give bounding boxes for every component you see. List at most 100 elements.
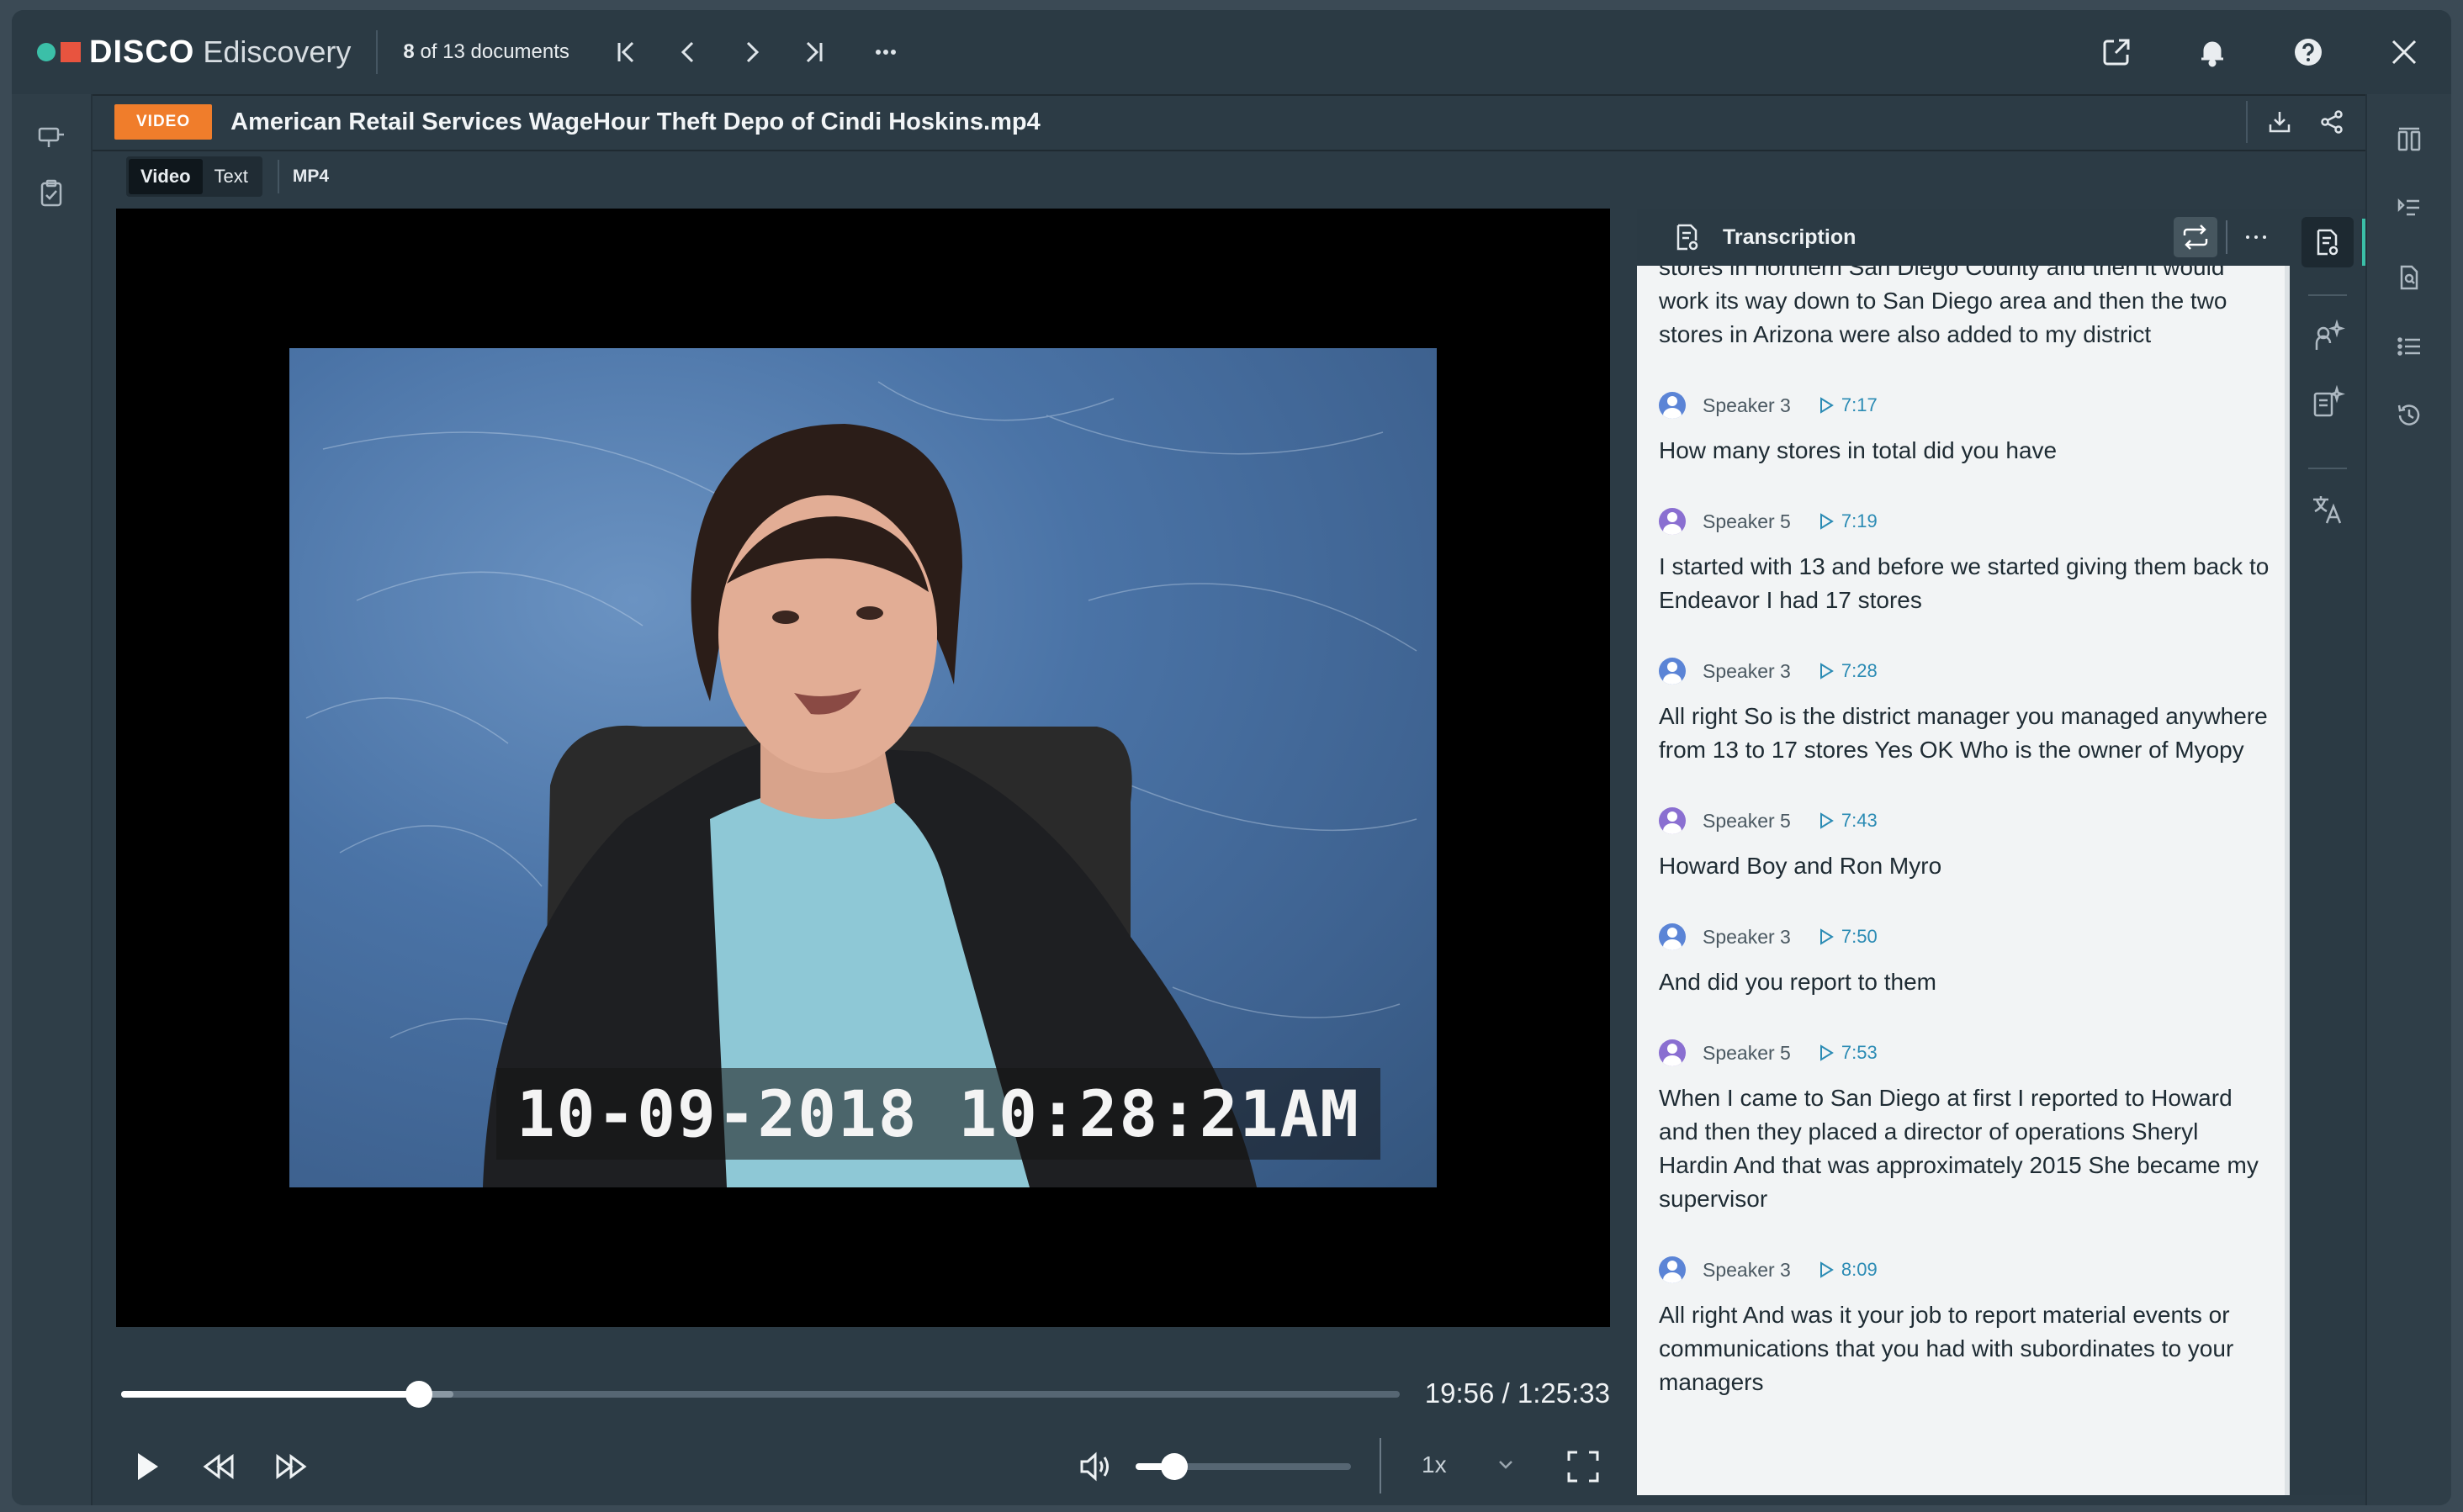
segment-timestamp-link[interactable]: 7:50 [1841, 926, 1878, 948]
play-segment-icon[interactable] [1818, 1261, 1835, 1279]
speaker-name[interactable]: Speaker 3 [1703, 926, 1791, 949]
speaker-name[interactable]: Speaker 5 [1703, 1042, 1791, 1065]
segment-timestamp-link[interactable]: 7:17 [1841, 394, 1878, 416]
first-document-button[interactable] [603, 29, 650, 76]
chevron-down-icon[interactable] [1496, 1456, 1516, 1473]
transcript-entry[interactable]: Speaker 5 7:43 Howard Boy and Ron Myro [1659, 804, 2273, 883]
panel-toggle-button[interactable] [34, 119, 68, 153]
video-player: 10-09-2018 10:28:21AM 19:56 / 1:25:33 1x [116, 209, 1610, 1495]
time-display: 19:56 / 1:25:33 [1424, 1377, 1610, 1409]
transcription-icon [1671, 220, 1704, 254]
transcript-entry[interactable]: Speaker 5 7:53 When I came to San Diego at… [1659, 1036, 2273, 1216]
speaker-name[interactable]: Speaker 3 [1703, 1259, 1791, 1282]
product-name: Ediscovery [203, 34, 352, 69]
transcript-entry[interactable]: Speaker 3 7:28 All right So is the distric… [1659, 654, 2273, 767]
divider [2308, 294, 2347, 296]
tab-text[interactable]: Text [203, 159, 260, 194]
left-rail [12, 94, 93, 1505]
transcript-lead-text: stores in northern San Diego County and … [1659, 266, 2227, 347]
transcription-tool-button[interactable] [2301, 217, 2354, 267]
view-toggle: Video Text [126, 156, 262, 197]
top-right-actions [2044, 10, 2451, 94]
speaker-name[interactable]: Speaker 5 [1703, 510, 1791, 533]
speaker-name[interactable]: Speaker 3 [1703, 660, 1791, 683]
volume-button[interactable] [1072, 1443, 1119, 1490]
columns-button[interactable] [2392, 123, 2426, 156]
playback-speed[interactable]: 1x [1422, 1451, 1447, 1478]
video-frame: 10-09-2018 10:28:21AM [289, 348, 1437, 1187]
play-segment-icon[interactable] [1818, 396, 1835, 415]
notifications-button[interactable] [2189, 29, 2236, 76]
view-tab-bar: Video Text MP4 [93, 151, 2365, 202]
summary-ai-button[interactable] [2310, 384, 2345, 420]
play-segment-icon[interactable] [1818, 812, 1835, 830]
play-segment-icon[interactable] [1818, 928, 1835, 946]
active-tool-indicator [2362, 219, 2365, 266]
history-icon [2397, 404, 2420, 426]
brand-name: DISCO [89, 34, 195, 70]
transcript-list[interactable]: stores in northern San Diego County and … [1637, 266, 2290, 1495]
transcription-more-button[interactable] [2243, 224, 2270, 257]
comments-icon [2397, 198, 2419, 216]
next-document-button[interactable] [728, 29, 775, 76]
disco-logo[interactable]: DISCO Ediscovery [37, 34, 351, 71]
speaker-avatar [1659, 1256, 1686, 1283]
divider [1380, 1438, 1381, 1493]
history-button[interactable] [2392, 399, 2426, 432]
transcript-entry[interactable]: Speaker 3 7:17 How many stores in total di… [1659, 389, 2273, 468]
last-document-button[interactable] [790, 29, 837, 76]
transcript-entry[interactable]: Speaker 5 7:19 I started with 13 and befor… [1659, 505, 2273, 617]
document-search-button[interactable] [2392, 261, 2426, 294]
tab-video[interactable]: Video [129, 159, 203, 194]
transcript-entry-meta: Speaker 3 7:28 [1659, 654, 2273, 688]
speaker-name[interactable]: Speaker 5 [1703, 810, 1791, 833]
last-page-icon [806, 41, 823, 63]
play-button[interactable] [123, 1443, 170, 1490]
open-external-button[interactable] [2093, 29, 2140, 76]
list-button[interactable] [2392, 330, 2426, 363]
transcript-text: All right So is the district manager you… [1659, 703, 2268, 763]
rewind-button[interactable] [195, 1443, 242, 1490]
segment-timestamp-link[interactable]: 7:43 [1841, 810, 1878, 832]
more-actions-button[interactable] [862, 29, 909, 76]
transcript-entry-meta: Speaker 3 7:50 [1659, 920, 2273, 954]
video-viewport[interactable]: 10-09-2018 10:28:21AM [116, 209, 1610, 1327]
play-icon [138, 1453, 158, 1480]
seek-progress [121, 1391, 420, 1398]
fast-forward-button[interactable] [267, 1443, 315, 1490]
summary-ai-icon [2313, 384, 2345, 417]
comments-button[interactable] [2392, 192, 2426, 225]
play-segment-icon[interactable] [1818, 512, 1835, 531]
download-icon [2269, 112, 2291, 133]
download-button[interactable] [2261, 103, 2298, 140]
speaker-name[interactable]: Speaker 3 [1703, 394, 1791, 417]
speaker-avatar [1659, 923, 1686, 950]
speaker-avatar [1659, 392, 1686, 419]
panel-toggle-icon [38, 127, 64, 147]
seek-bar[interactable]: 19:56 / 1:25:33 [116, 1369, 1610, 1419]
play-segment-icon[interactable] [1818, 1044, 1835, 1062]
transcript-entry[interactable]: Speaker 3 8:09 All right And was it your j… [1659, 1253, 2273, 1399]
seek-handle[interactable] [405, 1381, 433, 1408]
fullscreen-button[interactable] [1560, 1443, 1607, 1490]
share-button[interactable] [2313, 103, 2350, 140]
segment-timestamp-link[interactable]: 7:28 [1841, 660, 1878, 682]
translate-button[interactable] [2310, 493, 2345, 528]
volume-handle[interactable] [1161, 1453, 1189, 1480]
sync-scroll-button[interactable] [2174, 217, 2217, 257]
previous-document-button[interactable] [665, 29, 712, 76]
speaker-ai-button[interactable] [2310, 319, 2345, 355]
tasks-button[interactable] [34, 177, 68, 210]
more-icon [875, 50, 896, 55]
help-button[interactable] [2285, 29, 2332, 76]
deponent-silhouette [483, 424, 1257, 1187]
play-segment-icon[interactable] [1818, 662, 1835, 680]
transcript-entry-meta: Speaker 5 7:43 [1659, 804, 2273, 838]
document-type-badge: VIDEO [114, 104, 213, 140]
segment-timestamp-link[interactable]: 7:53 [1841, 1042, 1878, 1064]
segment-timestamp-link[interactable]: 7:19 [1841, 510, 1878, 532]
close-button[interactable] [2381, 29, 2428, 76]
segment-timestamp-link[interactable]: 8:09 [1841, 1259, 1878, 1281]
columns-icon [2397, 127, 2421, 151]
transcript-entry[interactable]: Speaker 3 7:50 And did you report to them [1659, 920, 2273, 999]
